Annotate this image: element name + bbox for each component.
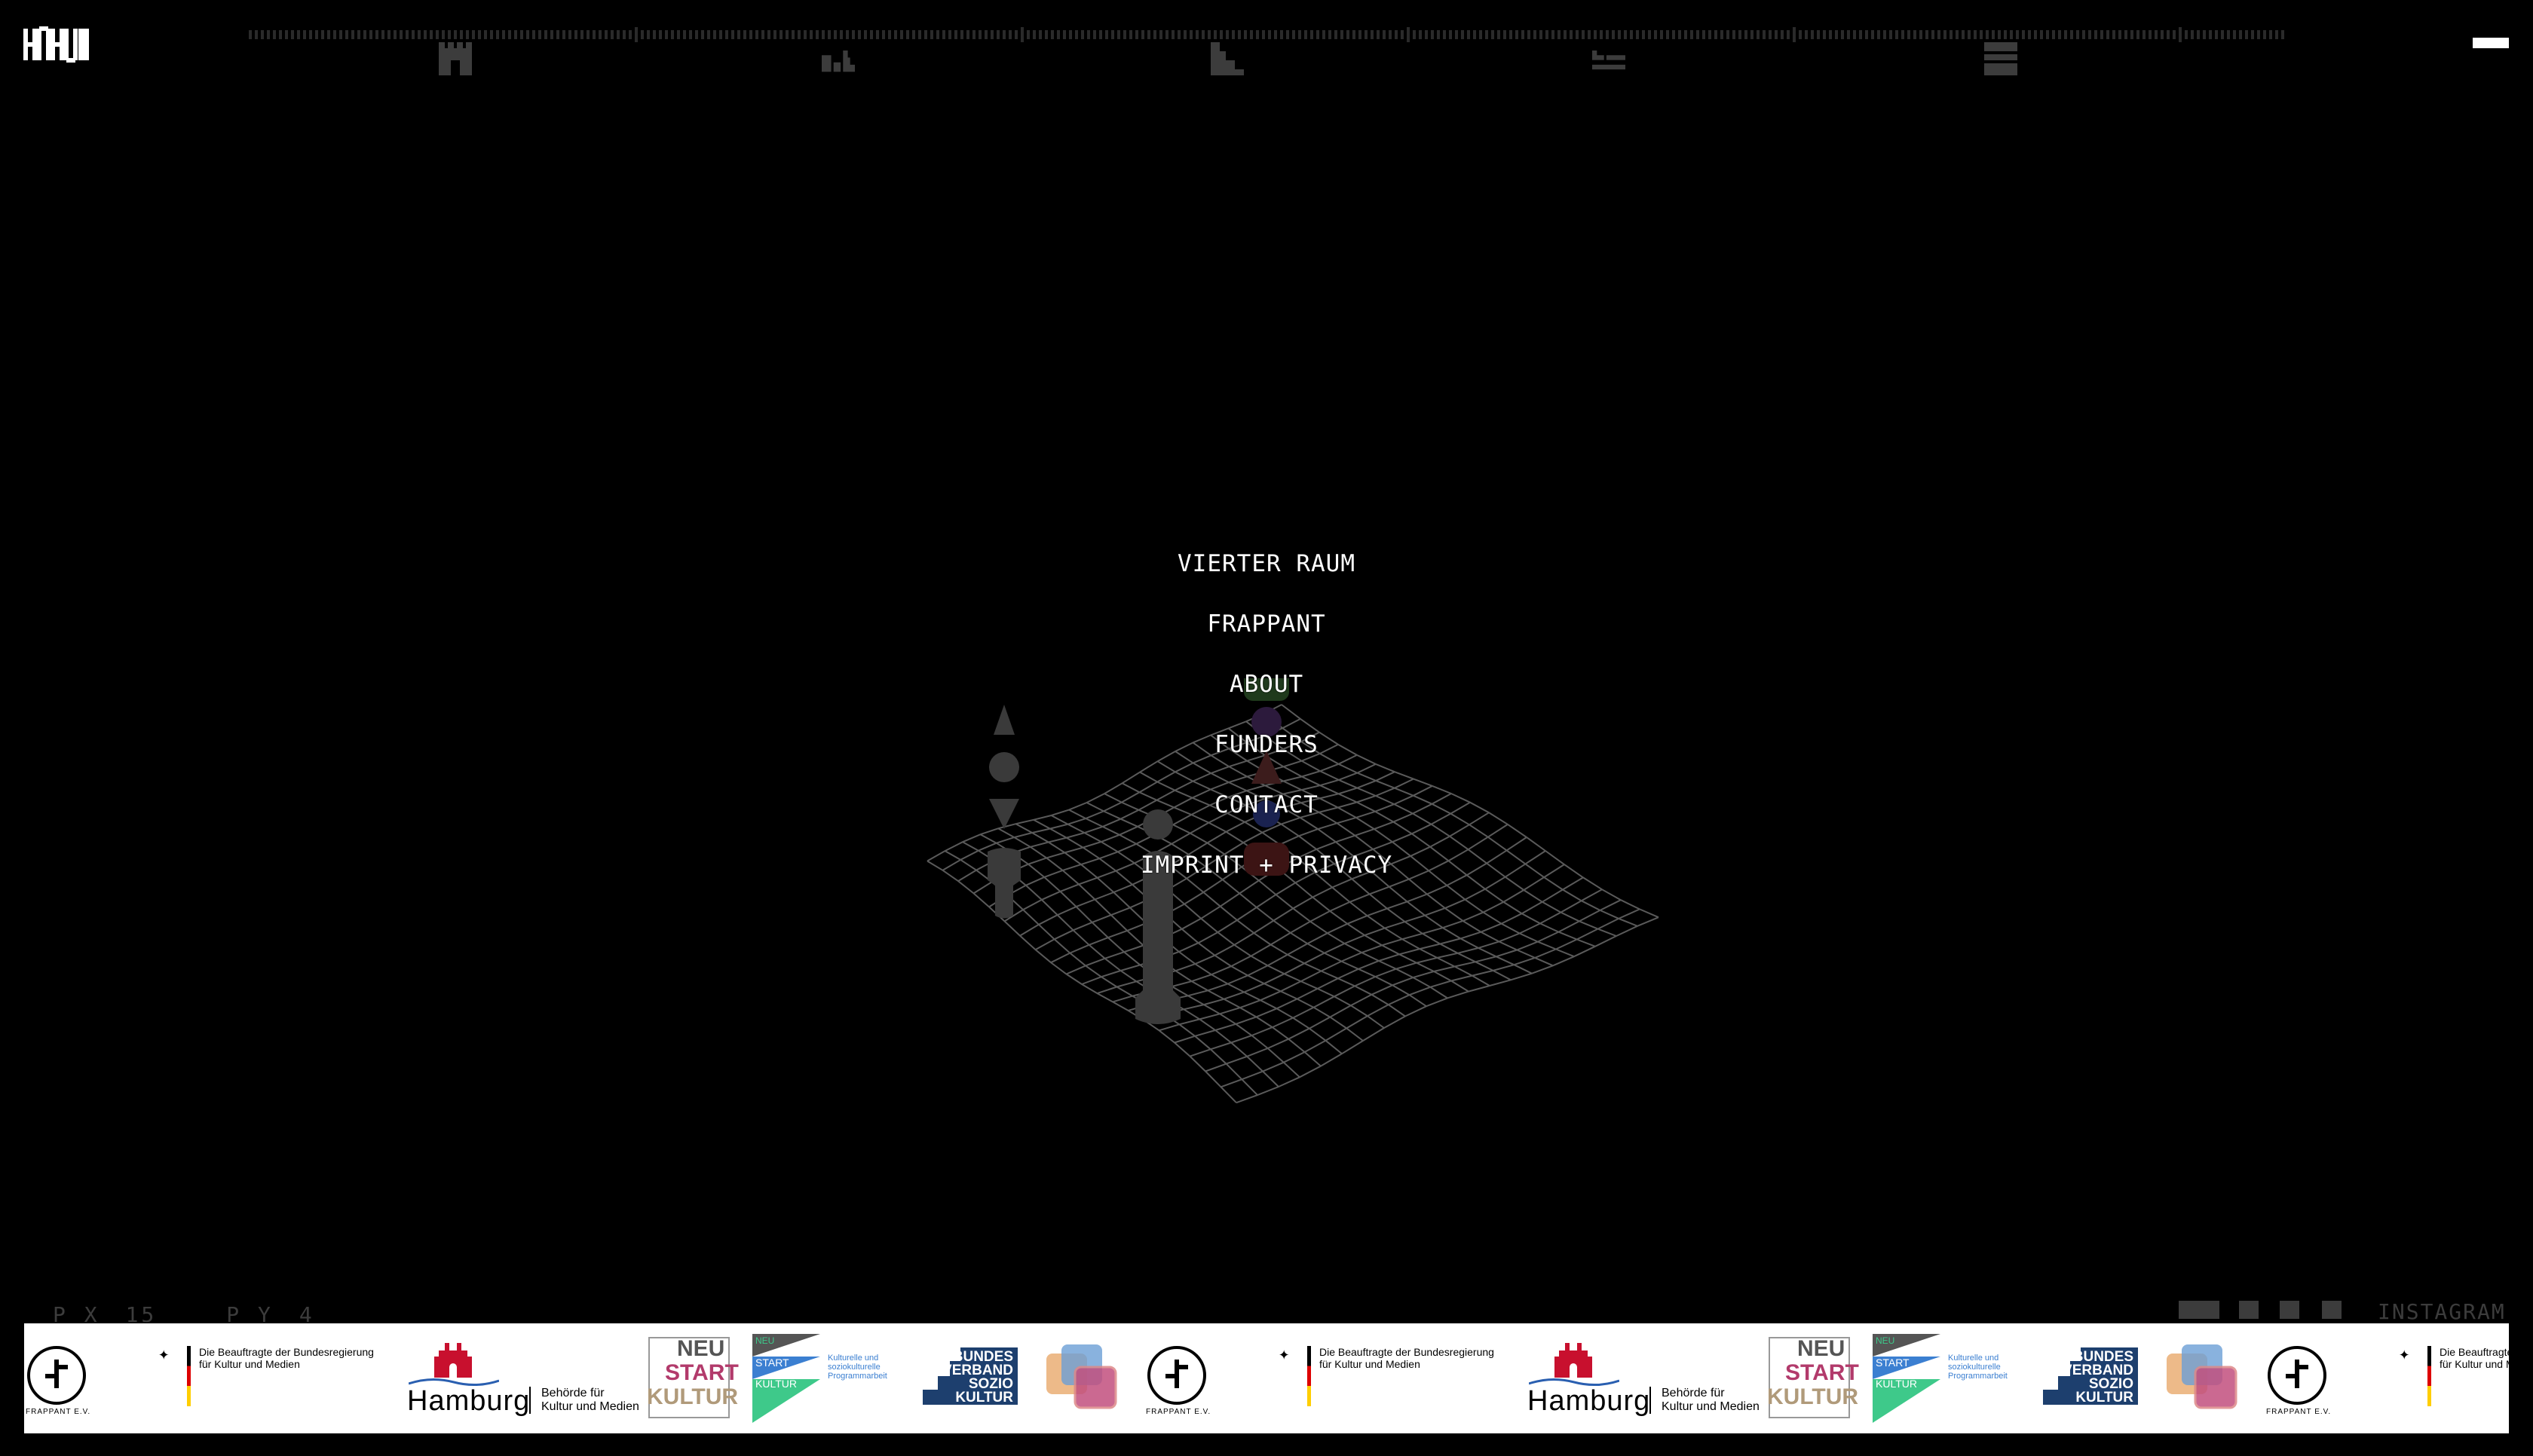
eagle-icon: ✦ — [158, 1343, 170, 1364]
bundesverband-text: BUNDES VERBAND SOZIO KULTUR — [942, 1350, 1013, 1405]
soziokultur-start: START — [755, 1357, 789, 1369]
hamburg-sub: Behörde für Kultur und Medien — [529, 1387, 639, 1414]
stairs-icon[interactable] — [1211, 42, 1244, 75]
german-flag-bar — [187, 1346, 191, 1406]
neustart-kultur-logo[interactable]: NEU START KULTUR — [647, 1323, 739, 1433]
stack-icon[interactable] — [1984, 42, 2017, 75]
eagle-icon: ✦ — [2399, 1343, 2410, 1364]
overlap-squares-icon — [1046, 1344, 1117, 1409]
soziokultur-text3: Programmarbeit — [828, 1372, 887, 1381]
view-toggle-1[interactable] — [2239, 1301, 2259, 1319]
neustart-kultur: KULTUR — [647, 1384, 739, 1409]
soziokultur-text: Kulturelle und soziokulturelle Programmarb… — [828, 1354, 887, 1381]
neustart-start: START — [665, 1360, 739, 1385]
blocks-icon[interactable] — [1592, 42, 1625, 75]
nav-funders[interactable]: FUNDERS — [1214, 730, 1319, 760]
nav-vierter-raum[interactable]: VIERTER RAUM — [1178, 549, 1355, 579]
frappant-label: FRAPPANT E.V. — [2266, 1408, 2332, 1416]
site-logo[interactable] — [23, 26, 90, 63]
bkm-logo[interactable]: ✦ Die Beauftragte der Bundesregierungfür… — [2376, 1323, 2509, 1433]
hamburg-logo[interactable]: Hamburg Behörde für Kultur und Medien — [1499, 1323, 1778, 1433]
soziokultur-text1: Kulturelle und — [828, 1354, 879, 1363]
soziokultur-text: Kulturelle und soziokulturelle Programmarb… — [1948, 1354, 2008, 1381]
soziokultur-neu: NEU — [1876, 1335, 1895, 1346]
bv-line4: KULTUR — [955, 1390, 1013, 1406]
nav-contact[interactable]: CONTACT — [1214, 790, 1319, 820]
bkm-line1: Die Beauftragte der Bundesregierung — [199, 1346, 374, 1358]
frappant-f-icon — [45, 1360, 68, 1388]
figures-icon[interactable] — [822, 42, 855, 75]
hamburg-sub1: Behörde für — [541, 1387, 605, 1399]
frappant-f-icon — [1165, 1360, 1188, 1388]
squares-logo[interactable] — [1027, 1323, 1125, 1433]
soziokultur-neu: NEU — [755, 1335, 775, 1346]
neustart-kultur-logo[interactable]: NEU START KULTUR — [1767, 1323, 1859, 1433]
hamburg-sub1: Behörde für — [1662, 1387, 1725, 1399]
overlap-squares-icon — [2167, 1344, 2237, 1409]
hamburg-logo[interactable]: Hamburg Behörde für Kultur und Medien — [378, 1323, 657, 1433]
frappant-logo[interactable]: FRAPPANT E.V. — [1144, 1323, 1265, 1433]
bundesverband-logo[interactable]: BUNDES VERBAND SOZIO KULTUR — [2029, 1323, 2150, 1433]
soziokultur-kultur: KULTUR — [1876, 1378, 1917, 1390]
german-flag-bar — [2427, 1346, 2431, 1406]
bkm-line1: Die Beauftragte der Bundesregierung — [2440, 1346, 2509, 1358]
bundesverband-logo[interactable]: BUNDES VERBAND SOZIO KULTUR — [909, 1323, 1030, 1433]
nav-frappant[interactable]: FRAPPANT — [1207, 609, 1325, 639]
squares-logo[interactable] — [2147, 1323, 2245, 1433]
view-toggle-3[interactable] — [2322, 1301, 2342, 1319]
hamburg-word: Hamburg — [407, 1385, 531, 1417]
timeline-ruler — [249, 27, 2284, 42]
soziokultur-text3: Programmarbeit — [1948, 1372, 2008, 1381]
view-toggle-wide[interactable] — [2179, 1301, 2219, 1319]
hamburg-castle-icon — [434, 1343, 472, 1378]
bkm-line2: für Kultur und Medien — [2440, 1358, 2509, 1370]
soziokultur-text1: Kulturelle und — [1948, 1354, 1999, 1363]
hamburg-castle-icon — [1554, 1343, 1592, 1378]
neustart-kultur: KULTUR — [1767, 1384, 1859, 1409]
bv-line4: KULTUR — [2075, 1390, 2133, 1406]
bkm-text: Die Beauftragte der Bundesregierungfür K… — [1319, 1346, 1523, 1370]
soziokultur-logo[interactable]: NEU START KULTUR Kulturelle und soziokult… — [1873, 1323, 2023, 1433]
hamburg-word: Hamburg — [1527, 1385, 1651, 1417]
menu-toggle-button[interactable] — [2473, 38, 2509, 48]
bkm-text: Die Beauftragte der Bundesregierungfür K… — [2440, 1346, 2509, 1370]
neustart-start: START — [1785, 1360, 1859, 1385]
soziokultur-kultur: KULTUR — [755, 1378, 797, 1390]
eagle-icon: ✦ — [1279, 1343, 1290, 1364]
frappant-logo[interactable]: FRAPPANT E.V. — [24, 1323, 145, 1433]
neustart-neu: NEU — [1797, 1336, 1845, 1361]
german-flag-bar — [1307, 1346, 1311, 1406]
soziokultur-start: START — [1876, 1357, 1910, 1369]
main-navigation: VIERTER RAUM FRAPPANT ABOUT FUNDERS CONT… — [0, 549, 2533, 910]
instagram-link[interactable]: INSTAGRAM — [2378, 1299, 2506, 1324]
soziokultur-logo[interactable]: NEU START KULTUR Kulturelle und soziokult… — [752, 1323, 903, 1433]
frappant-label: FRAPPANT E.V. — [26, 1408, 91, 1416]
hamburg-sub: Behörde für Kultur und Medien — [1649, 1387, 1760, 1414]
bkm-line2: für Kultur und Medien — [199, 1358, 300, 1370]
frappant-logo[interactable]: FRAPPANT E.V. — [2265, 1323, 2385, 1433]
castle-icon[interactable] — [439, 42, 472, 75]
funders-strip: FRAPPANT E.V. ✦ Die Beauftragte der Bund… — [24, 1323, 2509, 1433]
bundesverband-text: BUNDES VERBAND SOZIO KULTUR — [2063, 1350, 2133, 1405]
hamburg-sub2: Kultur und Medien — [541, 1400, 639, 1413]
neustart-neu: NEU — [677, 1336, 725, 1361]
soziokultur-text2: soziokulturelle — [828, 1363, 881, 1372]
soziokultur-text2: soziokulturelle — [1948, 1363, 2001, 1372]
frappant-f-icon — [2286, 1360, 2308, 1388]
bkm-line1: Die Beauftragte der Bundesregierung — [1319, 1346, 1494, 1358]
nav-imprint-privacy[interactable]: IMPRINT + PRIVACY — [1141, 850, 1392, 880]
hamburg-sub2: Kultur und Medien — [1662, 1400, 1760, 1413]
nav-about[interactable]: ABOUT — [1230, 669, 1303, 699]
bkm-logo[interactable]: ✦ Die Beauftragte der Bundesregierungfür… — [136, 1323, 377, 1433]
bkm-logo[interactable]: ✦ Die Beauftragte der Bundesregierungfür… — [1256, 1323, 1497, 1433]
view-toggle-2[interactable] — [2280, 1301, 2299, 1319]
bkm-text: Die Beauftragte der Bundesregierungfür K… — [199, 1346, 403, 1370]
bkm-line2: für Kultur und Medien — [1319, 1358, 1420, 1370]
frappant-label: FRAPPANT E.V. — [1146, 1408, 1211, 1416]
